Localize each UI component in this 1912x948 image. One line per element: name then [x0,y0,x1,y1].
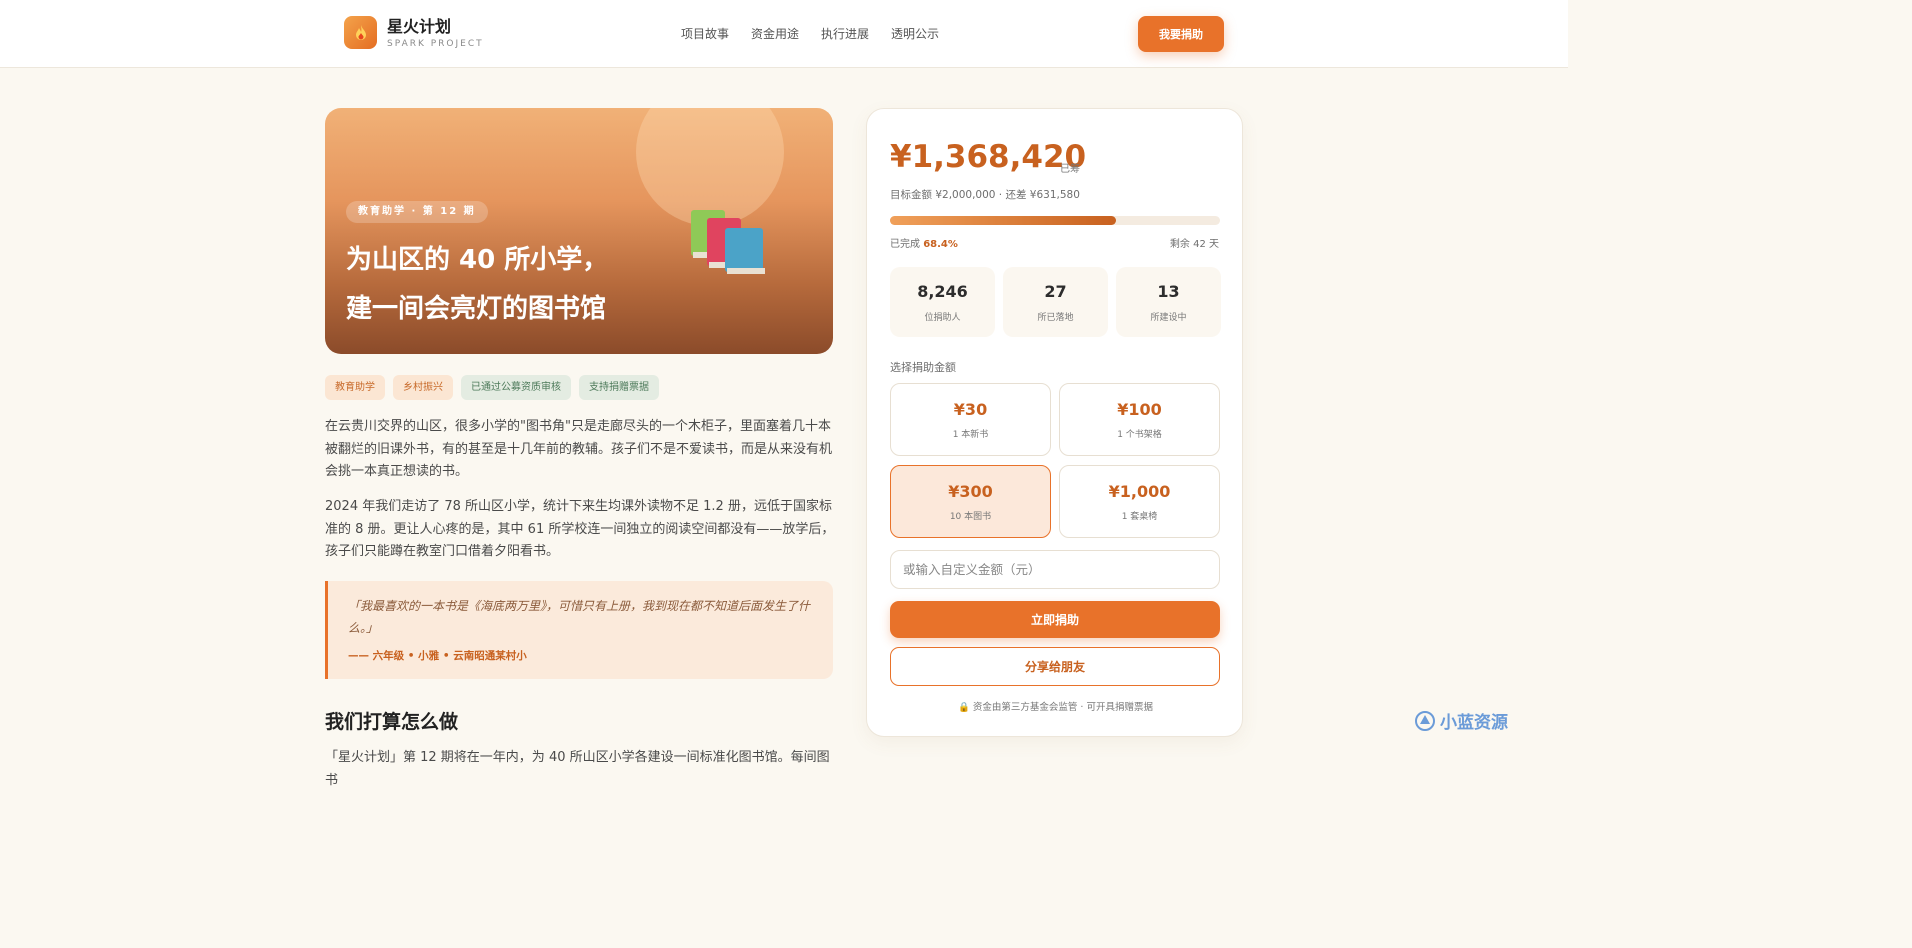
hero-title-line1: 为山区的 40 所小学， [346,245,609,275]
quote-author: —— 六年级 • 小雅 • 云南昭通某村小 [348,650,527,662]
hero-title: 为山区的 40 所小学， 建一间会亮灯的图书馆 [346,236,686,334]
custom-amount-input[interactable] [890,550,1220,589]
story-paragraph-2: 2024 年我们走访了 78 所山区小学，统计下来生均课外读物不足 1.2 册，… [325,499,835,559]
hero-banner: 教育助学 · 第 12 期 为山区的 40 所小学， 建一间会亮灯的图书馆 [325,108,833,354]
lock-icon: 🔒 [958,702,970,713]
stat-label: 所建设中 [1150,313,1187,323]
quote-text: 「我最喜欢的一本书是《海底两万里》，可惜只有上册，我到现在都不知道后面发生了什么… [348,599,811,635]
stats-row: 8,246 位捐助人 27 所已落地 13 所建设中 [890,267,1221,337]
percent-complete: 已完成 68.4% [890,235,958,250]
progress-fill [890,216,1116,225]
nav-item-progress[interactable]: 执行进展 [821,25,869,42]
days-left: 剩余 42 天 [1169,239,1219,250]
books-icon [691,210,765,274]
percent-label: 已完成 [890,239,920,250]
raised-unit: 已筹 [1060,164,1080,175]
watermark: 小蓝资源 [1414,708,1508,733]
fund-footnote: 🔒 资金由第三方基金会监管 · 可开具捐赠票据 [867,699,1244,713]
share-button[interactable]: 分享给朋友 [890,647,1220,686]
flame-icon[interactable] [344,16,377,49]
watermark-logo-icon [1415,710,1435,731]
stat-number: 8,246 [917,282,968,301]
amount-option-300[interactable]: ¥300 10 本图书 [890,465,1051,538]
watermark-text: 小蓝资源 [1440,713,1508,733]
amount-value: ¥100 [1117,400,1162,419]
amount-option-1000[interactable]: ¥1,000 1 套桌椅 [1059,465,1220,538]
amount-value: ¥300 [948,482,993,501]
nav-item-story[interactable]: 项目故事 [681,25,729,42]
amount-description: 10 本图书 [949,512,992,522]
tag-rural: 乡村振兴 [393,375,453,400]
amount-description: 1 个书架格 [1117,430,1162,440]
stat-building: 13 所建设中 [1116,267,1221,337]
percent-value: 68.4% [923,239,958,250]
amount-description: 1 本新书 [952,430,989,440]
amount-value: ¥1,000 [1108,482,1171,501]
quote-block: 「我最喜欢的一本书是《海底两万里》，可惜只有上册，我到现在都不知道后面发生了什么… [325,581,833,679]
main-nav: 项目故事 资金用途 执行进展 透明公示 [681,25,939,42]
brand-subtitle: SPARK PROJECT [387,39,484,49]
brand-name[interactable]: 星火计划 [387,13,451,37]
stat-label: 位捐助人 [924,313,961,323]
nav-item-funds[interactable]: 资金用途 [751,25,799,42]
footnote-text: 资金由第三方基金会监管 · 可开具捐赠票据 [972,702,1153,713]
stat-number: 27 [1044,282,1067,301]
donate-now-button[interactable]: 立即捐助 [890,601,1220,638]
tag-receipt: 支持捐赠票据 [579,375,659,400]
hero-badge: 教育助学 · 第 12 期 [346,201,488,223]
nav-item-disclosure[interactable]: 透明公示 [891,25,939,42]
stat-completed: 27 所已落地 [1003,267,1108,337]
stat-label: 所已落地 [1037,313,1074,323]
donate-card: ¥1,368,420 已筹 目标金额 ¥2,000,000 · 还差 ¥631,… [866,108,1243,737]
section-title-plan: 我们打算怎么做 [325,711,459,733]
tag-verified: 已通过公募资质审核 [461,375,571,400]
hero-title-line2: 建一间会亮灯的图书馆 [346,294,607,324]
amount-description: 1 套桌椅 [1121,512,1158,522]
amount-option-100[interactable]: ¥100 1 个书架格 [1059,383,1220,456]
tag-education: 教育助学 [325,375,385,400]
choose-amount-label: 选择捐助金额 [890,361,956,374]
progress-bar [890,216,1220,225]
header-donate-button[interactable]: 我要捐助 [1138,16,1224,52]
site-header: 星火计划 SPARK PROJECT 项目故事 资金用途 执行进展 透明公示 我… [0,0,1568,68]
amount-value: ¥30 [953,400,988,419]
goal-line: 目标金额 ¥2,000,000 · 还差 ¥631,580 [890,189,1080,201]
amount-option-30[interactable]: ¥30 1 本新书 [890,383,1051,456]
story-paragraph-3: 「星火计划」第 12 期将在一年内，为 40 所山区小学各建设一间标准化图书馆。… [325,750,830,788]
amount-options: ¥30 1 本新书 ¥100 1 个书架格 ¥300 10 本图书 ¥1,000… [890,383,1220,538]
story-paragraph-1: 在云贵川交界的山区，很多小学的"图书角"只是走廊尽头的一个木柜子，里面塞着几十本… [325,419,833,479]
tag-list: 教育助学 乡村振兴 已通过公募资质审核 支持捐赠票据 [325,375,659,400]
stat-number: 13 [1157,282,1180,301]
stat-donors: 8,246 位捐助人 [890,267,995,337]
raised-amount: ¥1,368,420 [890,139,1087,175]
